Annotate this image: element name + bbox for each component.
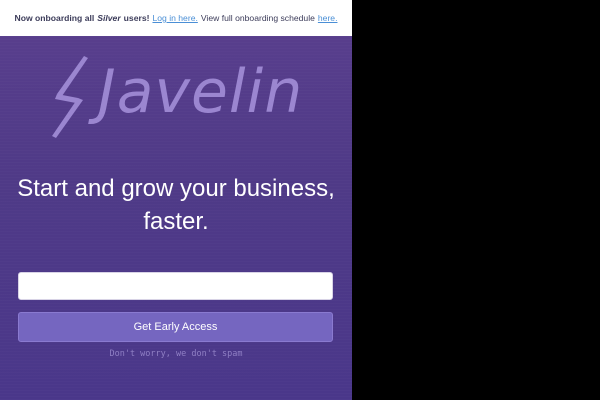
lightning-bolt-icon [52, 56, 88, 138]
headline-line-2: faster. [143, 208, 209, 235]
page: Now onboarding all Silver users! Log in … [0, 0, 600, 400]
login-link[interactable]: Log in here. [152, 13, 197, 23]
headline-line-1: Start and grow your business, [17, 175, 335, 202]
javelin-logo: Javelin [48, 54, 308, 140]
banner-tier: Silver [97, 13, 121, 23]
get-early-access-button[interactable]: Get Early Access [18, 312, 333, 342]
email-input[interactable] [18, 272, 333, 300]
landing-panel: Now onboarding all Silver users! Log in … [0, 0, 352, 400]
announcement-banner: Now onboarding all Silver users! Log in … [0, 0, 352, 36]
no-spam-note: Don't worry, we don't spam [109, 349, 243, 359]
banner-suffix: users! [123, 13, 150, 23]
schedule-link[interactable]: here. [318, 13, 338, 23]
banner-schedule-text: View full onboarding schedule [200, 13, 315, 23]
hero-headline: Start and grow your business, faster. [0, 172, 352, 238]
banner-prefix: Now onboarding all [14, 13, 95, 23]
logo-wordmark: Javelin [98, 57, 304, 127]
